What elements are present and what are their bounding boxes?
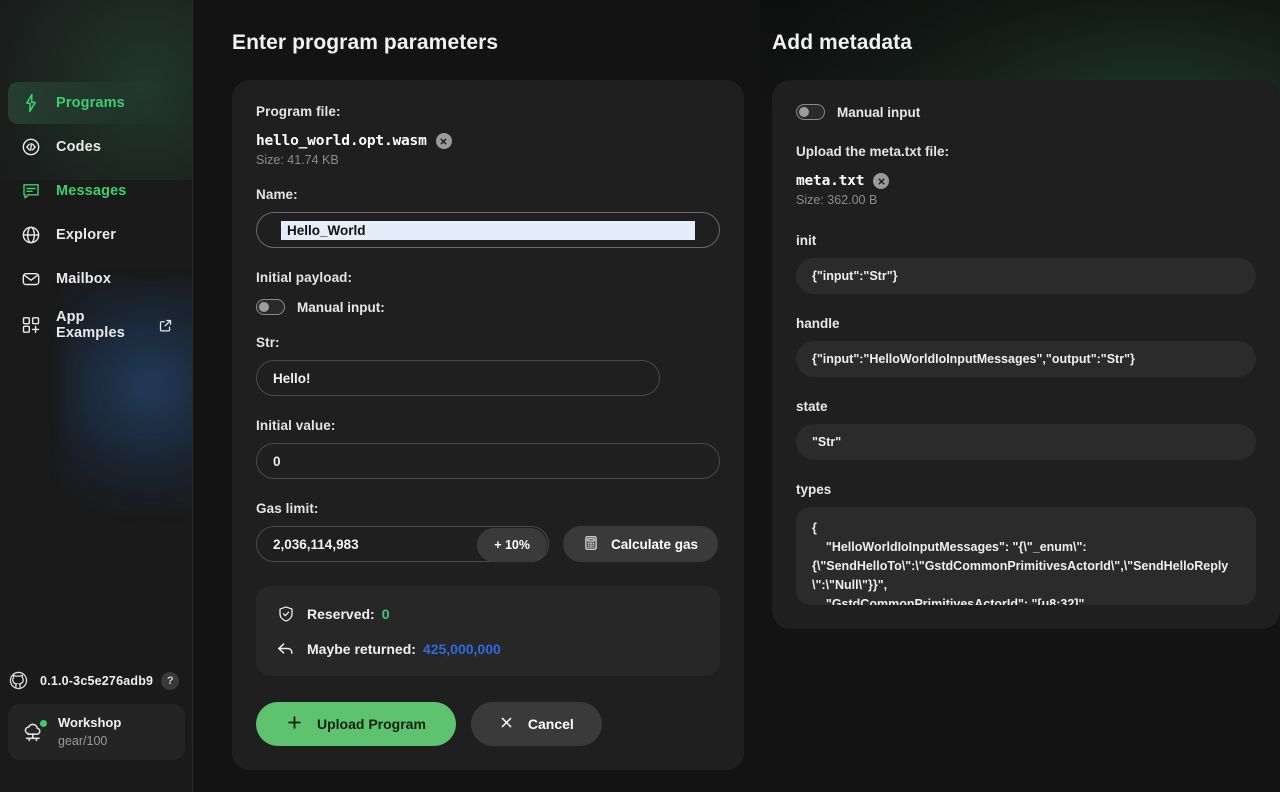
calculate-gas-button[interactable]: Calculate gas xyxy=(563,526,719,562)
program-file-label: Program file: xyxy=(256,104,341,119)
maybe-returned-row: Maybe returned: 425,000,000 xyxy=(276,639,700,658)
gas-limit-label: Gas limit: xyxy=(256,501,319,516)
metadata-manual-input-row: Manual input xyxy=(796,104,1256,120)
metadata-card: Manual input Upload the meta.txt file: m… xyxy=(772,80,1280,629)
maybe-returned-value: 425,000,000 xyxy=(422,640,501,657)
types-label: types xyxy=(796,482,832,497)
github-icon[interactable] xyxy=(8,670,30,692)
reserved-label: Reserved: xyxy=(307,605,375,622)
sidebar-item-programs[interactable]: Programs xyxy=(8,82,185,124)
name-input[interactable]: Hello_World xyxy=(256,212,720,248)
version-row: 0.1.0-3c5e276adb9 ? xyxy=(0,666,192,696)
sidebar-item-messages[interactable]: Messages xyxy=(8,170,185,212)
metadata-manual-input-label: Manual input xyxy=(837,104,921,120)
meta-file-row: meta.txt xyxy=(796,173,1256,189)
initial-payload-label: Initial payload: xyxy=(256,270,353,285)
payload-manual-input-label: Manual input: xyxy=(297,299,385,315)
toggle-knob xyxy=(799,107,809,117)
handle-label: handle xyxy=(796,316,840,331)
initial-value-label: Initial value: xyxy=(256,418,336,433)
version-label: 0.1.0-3c5e276adb9 xyxy=(40,674,154,688)
calculate-gas-label: Calculate gas xyxy=(611,536,699,552)
cancel-label: Cancel xyxy=(527,716,574,732)
program-parameters-column: Enter program parameters Program file: h… xyxy=(232,0,744,792)
return-arrow-icon xyxy=(276,639,295,658)
initial-value-input[interactable]: 0 xyxy=(256,443,720,479)
metadata-manual-input-toggle[interactable] xyxy=(796,104,825,120)
reserved-value: 0 xyxy=(381,605,390,622)
program-parameters-card: Program file: hello_world.opt.wasm Size:… xyxy=(232,80,744,770)
form-actions: Upload Program Cancel xyxy=(256,702,720,746)
sidebar-item-label: Mailbox xyxy=(56,271,112,287)
code-circle-icon xyxy=(20,136,42,158)
sidebar-item-label: Codes xyxy=(56,139,102,155)
sidebar-item-label: Messages xyxy=(56,183,127,199)
node-cloud-icon xyxy=(20,719,47,745)
str-input[interactable]: Hello! xyxy=(256,360,660,396)
payload-manual-input-toggle[interactable] xyxy=(256,299,285,315)
close-icon xyxy=(499,715,514,733)
remove-program-file-icon[interactable] xyxy=(435,133,452,149)
init-label: init xyxy=(796,233,817,248)
gas-limit-value: 2,036,114,983 xyxy=(273,536,359,552)
sidebar-item-label: Explorer xyxy=(56,227,117,243)
bolt-icon xyxy=(20,92,42,114)
state-value: "Str" xyxy=(796,424,1256,460)
toggle-knob xyxy=(259,302,269,312)
sidebar-item-label: Programs xyxy=(56,95,125,111)
remove-meta-file-icon[interactable] xyxy=(873,173,890,189)
upload-meta-label: Upload the meta.txt file: xyxy=(796,144,950,159)
gas-limit-input[interactable]: 2,036,114,983 + 10% xyxy=(256,526,549,562)
types-value: { "HelloWorldIoInputMessages": "{\"_enum… xyxy=(796,507,1256,605)
help-button[interactable]: ? xyxy=(161,672,180,690)
program-file-row: hello_world.opt.wasm xyxy=(256,133,720,149)
apps-plus-icon xyxy=(20,314,42,336)
sidebar-nav: Programs Codes Messages Explorer Mailbox… xyxy=(0,80,192,348)
envelope-icon xyxy=(20,268,42,290)
init-value: {"input":"Str"} xyxy=(796,258,1256,294)
shield-check-icon xyxy=(276,604,295,623)
sidebar-item-codes[interactable]: Codes xyxy=(8,126,185,168)
message-icon xyxy=(20,180,42,202)
str-label: Str: xyxy=(256,335,280,350)
sidebar-item-explorer[interactable]: Explorer xyxy=(8,214,185,256)
sidebar: Programs Codes Messages Explorer Mailbox… xyxy=(0,0,193,792)
gas-summary-panel: Reserved: 0 Maybe returned: 425,000,000 xyxy=(256,586,720,676)
handle-value: {"input":"HelloWorldIoInputMessages","ou… xyxy=(796,341,1256,377)
sidebar-item-mailbox[interactable]: Mailbox xyxy=(8,258,185,300)
meta-file-name: meta.txt xyxy=(796,173,865,189)
program-file-name: hello_world.opt.wasm xyxy=(256,133,427,149)
meta-file-size: Size: 362.00 B xyxy=(796,193,878,207)
name-input-selection-wrap: Hello_World xyxy=(273,220,703,240)
metadata-title: Add metadata xyxy=(772,31,913,54)
node-switcher[interactable]: Workshop gear/100 xyxy=(8,704,185,760)
node-name: Workshop xyxy=(58,715,122,730)
state-label: state xyxy=(796,399,828,414)
reserved-row: Reserved: 0 xyxy=(276,604,700,623)
cancel-button[interactable]: Cancel xyxy=(470,702,602,746)
page-title: Enter program parameters xyxy=(232,31,499,54)
sidebar-footer: 0.1.0-3c5e276adb9 ? Workshop gear/100 xyxy=(0,666,192,792)
calculator-icon xyxy=(583,535,599,554)
globe-icon xyxy=(20,224,42,246)
node-endpoint: gear/100 xyxy=(58,734,108,748)
external-link-icon[interactable] xyxy=(158,318,173,333)
maybe-returned-label: Maybe returned: xyxy=(307,640,416,657)
node-status-dot xyxy=(40,720,47,727)
upload-program-label: Upload Program xyxy=(317,716,426,732)
gas-plus-ten-percent-button[interactable]: + 10% xyxy=(477,528,547,562)
name-input-value: Hello_World xyxy=(281,220,695,240)
sidebar-item-app-examples[interactable]: App Examples xyxy=(8,304,185,346)
sidebar-item-label: App Examples xyxy=(56,309,125,341)
gas-limit-row: 2,036,114,983 + 10% Calculate gas xyxy=(256,526,720,562)
name-label: Name: xyxy=(256,187,298,202)
upload-program-button[interactable]: Upload Program xyxy=(256,702,456,746)
plus-icon xyxy=(286,714,303,734)
add-metadata-column: Add metadata Manual input Upload the met… xyxy=(772,0,1280,792)
program-file-size: Size: 41.74 KB xyxy=(256,153,339,167)
payload-manual-input-row: Manual input: xyxy=(256,299,720,315)
